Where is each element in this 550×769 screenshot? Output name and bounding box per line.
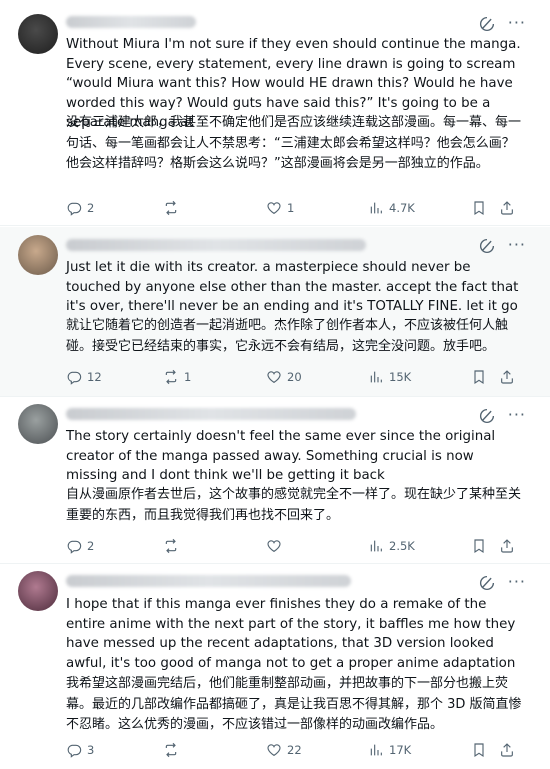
bookmark-button[interactable] <box>471 740 487 760</box>
like-count: 1 <box>287 201 295 215</box>
repost-icon <box>163 200 179 216</box>
reply-icon <box>66 742 82 758</box>
username-blurred <box>66 575 351 587</box>
like-count: 22 <box>287 743 302 757</box>
reply-post[interactable]: ··· Just let it die with its creator. a … <box>0 227 550 397</box>
reply-post[interactable]: ··· I hope that if this manga ever finis… <box>0 565 550 769</box>
repost-icon <box>163 369 179 385</box>
reply-icon <box>66 369 82 385</box>
share-button[interactable] <box>499 740 515 760</box>
avatar[interactable] <box>18 571 58 611</box>
post-text-chinese: 我希望这部漫画完结后，他们能重制整部动画，并把故事的下一部分也搬上荧幕。最近的几… <box>66 676 522 732</box>
share-icon <box>499 538 515 554</box>
reply-count: 2 <box>87 201 95 215</box>
more-icon[interactable]: ··· <box>508 14 526 32</box>
grok-icon[interactable] <box>478 407 496 425</box>
action-bar: 2 2.5K <box>66 536 524 556</box>
reply-count: 12 <box>87 370 102 384</box>
grok-icon[interactable] <box>478 237 496 255</box>
grok-icon[interactable] <box>478 574 496 592</box>
post-top-icons: ··· <box>478 14 526 34</box>
views-button[interactable]: 17K <box>368 740 411 760</box>
heart-icon <box>266 538 282 554</box>
like-count: 20 <box>287 370 302 384</box>
post-text-english: Just let it die with its creator. a mast… <box>66 260 519 314</box>
bookmark-icon <box>471 200 487 216</box>
views-count: 4.7K <box>389 201 415 215</box>
views-count: 17K <box>389 743 412 757</box>
avatar[interactable] <box>18 235 58 275</box>
bookmark-icon <box>471 742 487 758</box>
views-count: 2.5K <box>389 539 415 553</box>
views-icon <box>368 742 384 758</box>
views-button[interactable]: 2.5K <box>368 536 415 556</box>
views-icon <box>368 200 384 216</box>
reply-button[interactable]: 12 <box>66 367 102 387</box>
repost-icon <box>163 742 179 758</box>
bookmark-button[interactable] <box>471 367 487 387</box>
bookmark-button[interactable] <box>471 198 487 218</box>
more-icon[interactable]: ··· <box>508 236 526 254</box>
reply-icon <box>66 200 82 216</box>
repost-button[interactable] <box>163 198 184 218</box>
action-bar: 3 22 17K <box>66 740 524 760</box>
avatar[interactable] <box>18 14 58 54</box>
repost-button[interactable] <box>163 740 184 760</box>
bookmark-button[interactable] <box>471 536 487 556</box>
share-icon <box>499 369 515 385</box>
post-top-icons: ··· <box>478 573 526 593</box>
views-icon <box>368 369 384 385</box>
username-blurred <box>66 408 356 420</box>
post-text-chinese: 没有三浦建太郎，我甚至不确定他们是否应该继续连载这部漫画。每一幕、每一句话、每一… <box>66 115 522 171</box>
reply-post[interactable]: ··· Without Miura I'm not sure if they e… <box>0 0 550 226</box>
repost-button[interactable] <box>163 536 184 556</box>
views-count: 15K <box>389 370 412 384</box>
share-icon <box>499 200 515 216</box>
grok-icon[interactable] <box>478 15 496 33</box>
action-bar: 2 1 4.7K <box>66 198 524 218</box>
repost-icon <box>163 538 179 554</box>
share-button[interactable] <box>499 367 515 387</box>
post-text-english: The story certainly doesn't feel the sam… <box>66 429 496 483</box>
like-button[interactable] <box>266 536 287 556</box>
share-button[interactable] <box>499 198 515 218</box>
post-text-english: I hope that if this manga ever finishes … <box>66 597 516 671</box>
reply-icon <box>66 538 82 554</box>
reply-count: 2 <box>87 539 95 553</box>
like-button[interactable]: 22 <box>266 740 302 760</box>
heart-icon <box>266 200 282 216</box>
views-button[interactable]: 15K <box>368 367 411 387</box>
post-top-icons: ··· <box>478 236 526 256</box>
username-blurred <box>66 16 196 28</box>
reply-button[interactable]: 2 <box>66 198 94 218</box>
heart-icon <box>266 369 282 385</box>
share-button[interactable] <box>499 536 515 556</box>
views-button[interactable]: 4.7K <box>368 198 415 218</box>
share-icon <box>499 742 515 758</box>
heart-icon <box>266 742 282 758</box>
reply-button[interactable]: 3 <box>66 740 94 760</box>
views-icon <box>368 538 384 554</box>
avatar[interactable] <box>18 404 58 444</box>
repost-button[interactable]: 1 <box>163 367 191 387</box>
more-icon[interactable]: ··· <box>508 573 526 591</box>
username-blurred <box>66 239 366 251</box>
reply-count: 3 <box>87 743 95 757</box>
bookmark-icon <box>471 369 487 385</box>
like-button[interactable]: 1 <box>266 198 294 218</box>
bookmark-icon <box>471 538 487 554</box>
repost-count: 1 <box>184 370 192 384</box>
reply-post[interactable]: ··· The story certainly doesn't feel the… <box>0 398 550 564</box>
action-bar: 12 1 20 15K <box>66 367 524 387</box>
like-button[interactable]: 20 <box>266 367 302 387</box>
post-text-chinese: 就让它随着它的创造者一起消逝吧。杰作除了创作者本人，不应该被任何人触碰。接受它已… <box>66 318 509 354</box>
post-top-icons: ··· <box>478 406 526 426</box>
more-icon[interactable]: ··· <box>508 406 526 424</box>
reply-button[interactable]: 2 <box>66 536 94 556</box>
post-text-chinese: 自从漫画原作者去世后，这个故事的感觉就完全不一样了。现在缺少了某种至关重要的东西… <box>66 487 522 523</box>
